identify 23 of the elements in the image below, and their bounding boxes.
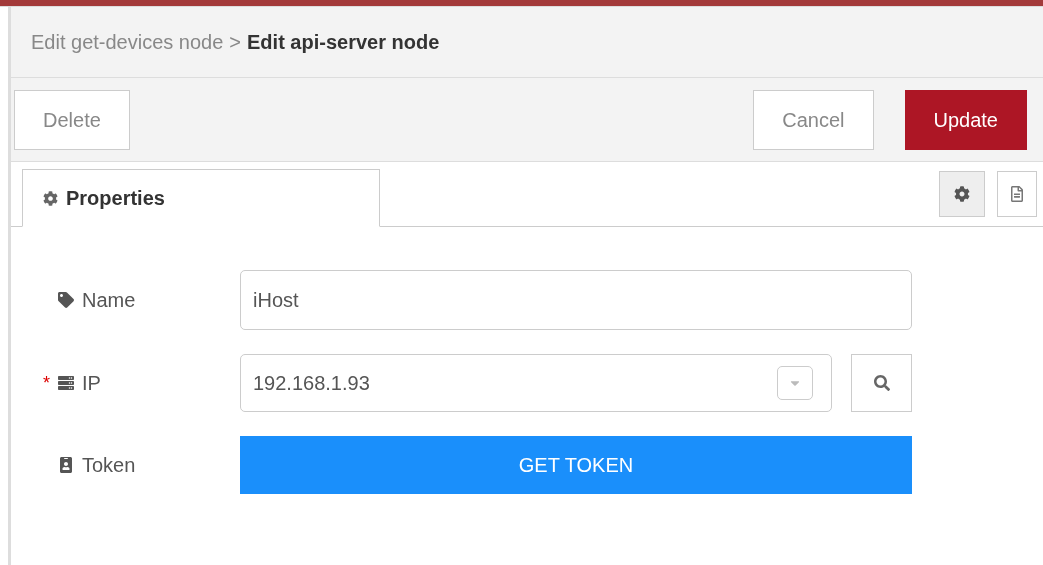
ip-select-field[interactable]: 192.168.1.93 — [240, 354, 832, 412]
delete-button[interactable]: Delete — [14, 89, 130, 150]
server-icon — [58, 375, 74, 391]
ip-value: 192.168.1.93 — [253, 371, 370, 396]
gear-icon — [43, 190, 58, 206]
search-icon — [873, 375, 890, 391]
settings-icon — [954, 186, 970, 202]
document-icon — [1009, 186, 1025, 202]
name-input[interactable]: iHost — [240, 270, 912, 330]
tag-icon — [58, 292, 74, 308]
description-button[interactable] — [997, 171, 1037, 217]
current-breadcrumb: Edit api-server node — [247, 30, 440, 55]
id-badge-icon — [58, 457, 74, 473]
settings-button[interactable] — [939, 171, 985, 217]
field-label: Name — [82, 288, 136, 313]
field-label: IP — [82, 371, 101, 396]
cancel-button[interactable]: Cancel — [753, 89, 874, 150]
field-label: Token — [82, 453, 136, 478]
search-button[interactable] — [851, 354, 912, 412]
properties-tab[interactable]: Properties — [22, 169, 380, 227]
breadcrumb-separator: > — [229, 30, 242, 55]
update-button[interactable]: Update — [904, 89, 1027, 150]
required-asterisk: * — [43, 374, 50, 392]
